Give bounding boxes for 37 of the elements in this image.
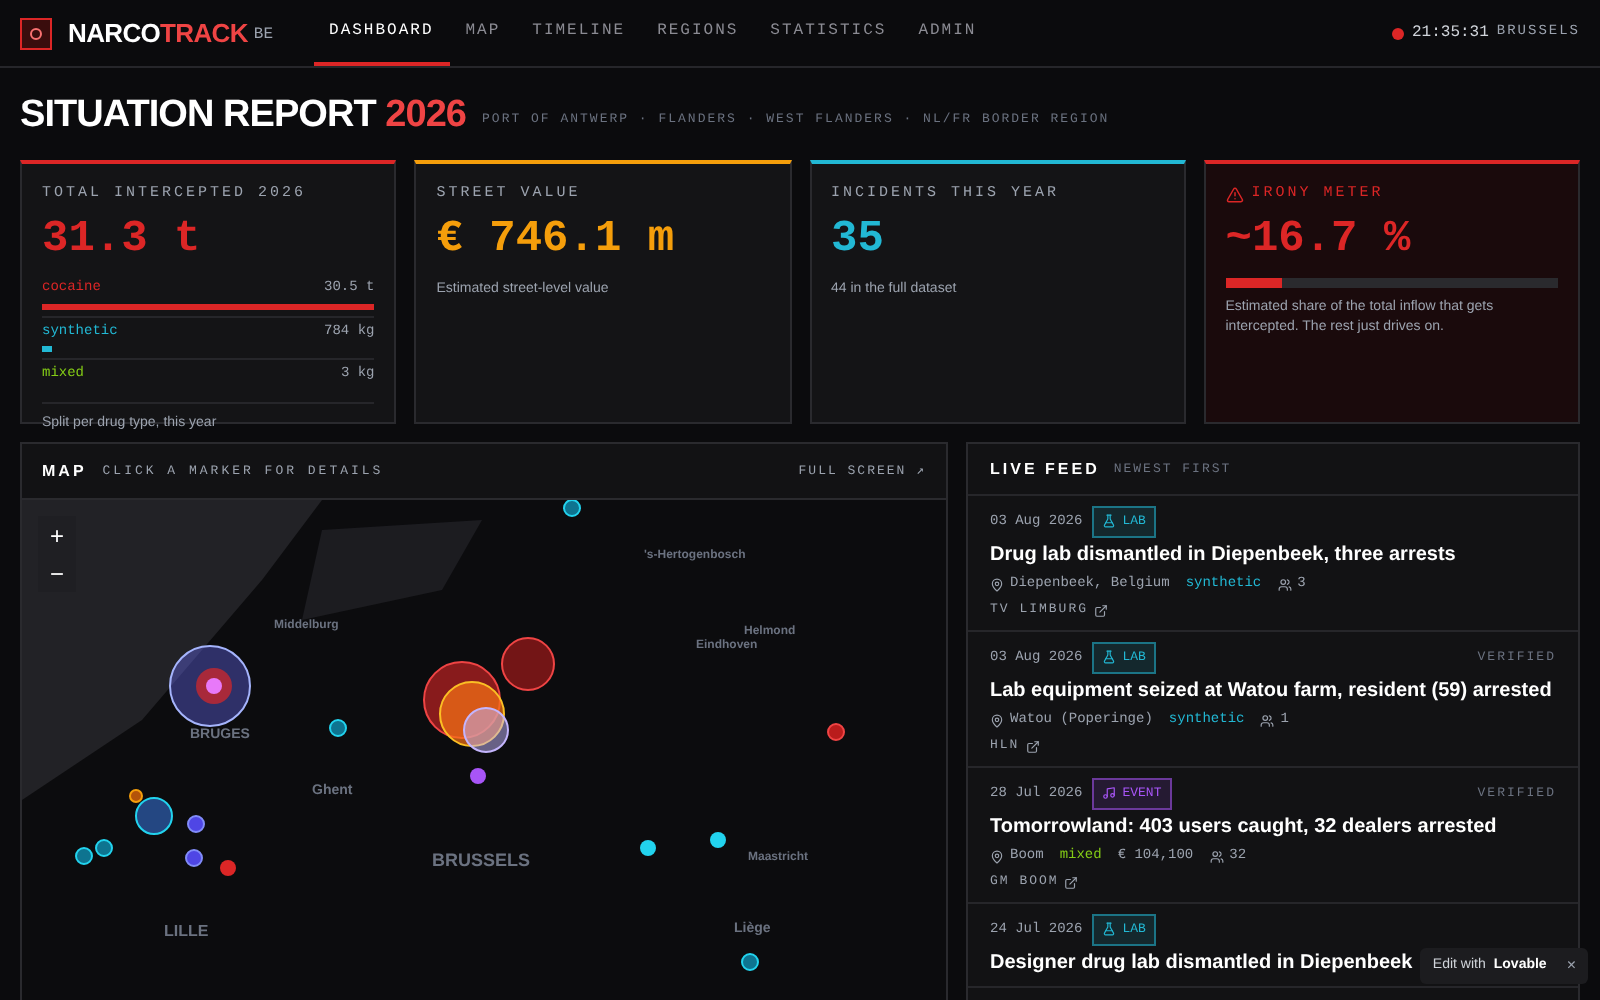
tag-icon (1102, 786, 1117, 801)
feed-title-heading: LIVE FEED (990, 457, 1100, 481)
card-value: € 746.1 m (436, 212, 677, 269)
card-value: 31.3 t (42, 212, 203, 269)
pin-icon (990, 577, 1004, 591)
external-link-icon (1094, 603, 1109, 618)
tag-icon (1102, 922, 1117, 937)
people-icon (1209, 849, 1224, 863)
nav-tab[interactable]: ADMIN (902, 0, 993, 66)
feed-title[interactable]: Tomorrowland: 403 users caught, 32 dealers arrested (990, 815, 1556, 840)
clock-time: 21:35:31 (1411, 21, 1489, 45)
page-title: SITUATION REPORT 2026 (20, 96, 467, 134)
card-value: 35 (831, 212, 886, 269)
brand-suffix: BE (253, 24, 274, 48)
pin-icon (990, 849, 1004, 863)
close-button[interactable]: × (1566, 954, 1576, 978)
external-link-icon (1025, 739, 1040, 754)
nav-tab[interactable]: STATISTICS (754, 0, 903, 66)
place-label: LILLE (164, 924, 209, 940)
place-label: BRUSSELS (432, 852, 531, 870)
tag-icon (1102, 514, 1117, 529)
nav-tab[interactable]: MAP (449, 0, 517, 66)
map-title: MAP (42, 459, 87, 483)
nav-tab[interactable]: TIMELINE (516, 0, 642, 66)
external-link-icon (1064, 875, 1079, 890)
logo-icon (20, 17, 52, 49)
people-icon (1277, 577, 1292, 591)
people-icon (1260, 713, 1275, 727)
pin-icon (990, 713, 1004, 727)
tag-icon (1102, 650, 1117, 665)
feed-title[interactable]: Drug lab dismantled in Diepenbeek, three arrests (990, 543, 1556, 568)
feed-title[interactable]: Lab equipment seized at Watou farm, resident (59) arrested (990, 679, 1556, 704)
nav-tab[interactable]: REGIONS (641, 0, 755, 66)
card-value: ~16.7 % (1225, 212, 1413, 269)
warning-icon (1225, 186, 1244, 205)
nav-tab[interactable]: DASHBOARD (313, 0, 450, 66)
brand-name: NARCOTRACK (68, 15, 248, 52)
